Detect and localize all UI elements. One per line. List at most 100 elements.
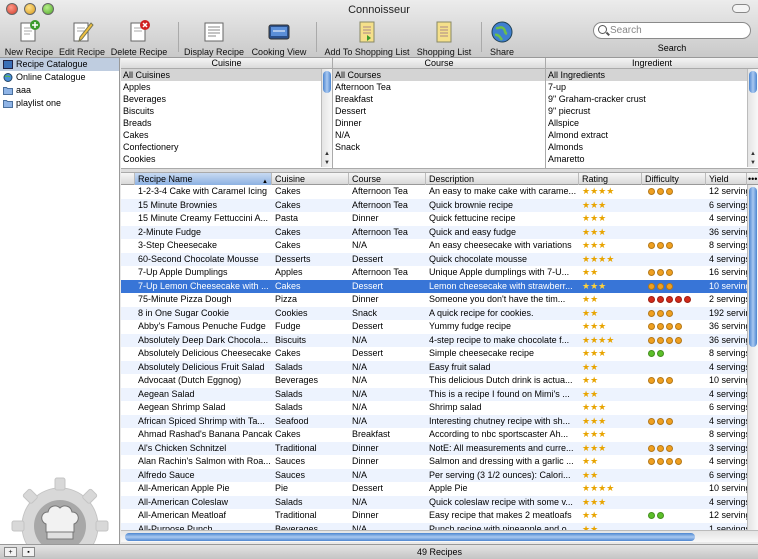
- course-item[interactable]: Afternoon Tea: [333, 81, 545, 93]
- table-row[interactable]: Alan Rachin's Salmon with Roa... Sauces Di…: [121, 455, 747, 469]
- column-header-recipe-name[interactable]: Recipe Name ▲: [135, 173, 272, 185]
- ingredient-column-header[interactable]: Ingredient: [546, 58, 758, 69]
- scroll-down-arrow-icon[interactable]: ▼: [750, 160, 756, 166]
- table-row[interactable]: Advocaat (Dutch Eggnog) Beverages N/A This …: [121, 374, 747, 388]
- course-item[interactable]: Snack: [333, 141, 545, 153]
- course-item[interactable]: Dessert: [333, 105, 545, 117]
- cell-rating[interactable]: ★★: [579, 266, 642, 280]
- share-button[interactable]: Share: [486, 20, 518, 57]
- cell-rating[interactable]: ★★★: [579, 442, 642, 456]
- table-row[interactable]: 8 in One Sugar Cookie Cookies Snack A quick…: [121, 306, 747, 320]
- table-row[interactable]: 3-Step Cheesecake Cakes N/A An easy cheesec…: [121, 239, 747, 253]
- ingredient-item[interactable]: Allspice: [546, 117, 758, 129]
- table-row[interactable]: 2-Minute Fudge Cakes Afternoon Tea Quick an…: [121, 225, 747, 240]
- table-row[interactable]: 60-Second Chocolate Mousse Desserts Desser…: [121, 252, 747, 267]
- table-row[interactable]: Al's Chicken Schnitzel Traditional Dinner N…: [121, 441, 747, 456]
- cuisine-item[interactable]: Confectionery: [121, 141, 332, 153]
- edit-recipe-button[interactable]: Edit Recipe: [58, 20, 106, 57]
- cuisine-item[interactable]: Apples: [121, 81, 332, 93]
- sidebar-item-recipe-catalogue[interactable]: Recipe Catalogue: [0, 58, 119, 71]
- ingredient-item[interactable]: 9" piecrust: [546, 105, 758, 117]
- table-row[interactable]: 1-2-3-4 Cake with Caramel Icing Cakes Afte…: [121, 185, 747, 199]
- cooking-view-button[interactable]: Cooking View: [250, 20, 308, 57]
- ingredient-item[interactable]: Almond extract: [546, 129, 758, 141]
- sidebar-item-online-catalogue[interactable]: Online Catalogue: [0, 71, 119, 84]
- cell-rating[interactable]: ★★★★: [579, 334, 642, 348]
- cuisine-item[interactable]: Breads: [121, 117, 332, 129]
- cuisine-column-header[interactable]: Cuisine: [121, 58, 332, 69]
- add-to-shopping-list-button[interactable]: Add To Shopping List: [322, 20, 412, 57]
- cell-rating[interactable]: ★★★★: [579, 253, 642, 267]
- ingredient-item[interactable]: Almonds: [546, 141, 758, 153]
- cell-rating[interactable]: ★★★★: [579, 482, 642, 496]
- column-header-cuisine[interactable]: Cuisine: [272, 173, 349, 185]
- new-recipe-button[interactable]: New Recipe: [4, 20, 54, 57]
- cell-rating[interactable]: ★★★: [579, 212, 642, 226]
- table-row[interactable]: 15 Minute Brownies Cakes Afternoon Tea Quic…: [121, 198, 747, 213]
- playlist-action-button[interactable]: ▪: [22, 547, 35, 557]
- cell-rating[interactable]: ★★★: [579, 280, 642, 294]
- scroll-up-arrow-icon[interactable]: ▲: [750, 151, 756, 157]
- cuisine-item[interactable]: Cookies: [121, 153, 332, 165]
- delete-recipe-button[interactable]: Delete Recipe: [110, 20, 168, 57]
- table-row[interactable]: Absolutely Delicious Fruit Salad Salads N/…: [121, 360, 747, 375]
- ingredient-scrollbar[interactable]: ▲ ▼: [747, 69, 758, 167]
- cell-rating[interactable]: ★★: [579, 388, 642, 402]
- cell-rating[interactable]: ★★★: [579, 239, 642, 253]
- table-row[interactable]: Ahmad Rashad's Banana Pancakes Cakes Break…: [121, 428, 747, 442]
- scroll-down-arrow-icon[interactable]: ▼: [324, 160, 330, 166]
- scroll-thumb[interactable]: [323, 71, 331, 93]
- cell-rating[interactable]: ★★★: [579, 496, 642, 510]
- cell-rating[interactable]: ★★★: [579, 226, 642, 240]
- course-item[interactable]: Dinner: [333, 117, 545, 129]
- cell-rating[interactable]: ★★: [579, 455, 642, 469]
- cuisine-scrollbar[interactable]: ▲ ▼: [321, 69, 332, 167]
- column-header-yield[interactable]: Yield: [706, 173, 747, 185]
- search-field[interactable]: Search: [593, 22, 751, 39]
- table-scrollbar[interactable]: [747, 185, 758, 530]
- display-recipe-button[interactable]: Display Recipe: [184, 20, 244, 57]
- cell-rating[interactable]: ★★★: [579, 347, 642, 361]
- cell-rating[interactable]: ★★★: [579, 428, 642, 442]
- table-row[interactable]: All-American Apple Pie Pie Dessert Apple Pi…: [121, 482, 747, 496]
- cell-rating[interactable]: ★★★: [579, 415, 642, 429]
- ingredient-item[interactable]: 7-up: [546, 81, 758, 93]
- cell-rating[interactable]: ★★: [579, 469, 642, 483]
- scroll-up-arrow-icon[interactable]: ▲: [324, 151, 330, 157]
- table-row[interactable]: Absolutely Delicious Cheesecake Cakes Dess…: [121, 347, 747, 361]
- cell-rating[interactable]: ★★: [579, 293, 642, 307]
- column-header-difficulty[interactable]: Difficulty: [642, 173, 706, 185]
- cell-rating[interactable]: ★★★★: [579, 185, 642, 199]
- toolbar-toggle-button[interactable]: [732, 4, 750, 13]
- column-options-icon[interactable]: •••: [747, 173, 758, 185]
- table-row[interactable]: All-American Coleslaw Salads N/A Quick cole…: [121, 495, 747, 510]
- ingredient-item[interactable]: 9" Graham-cracker crust: [546, 93, 758, 105]
- scroll-thumb[interactable]: [125, 533, 695, 541]
- table-row[interactable]: Aegean Salad Salads N/A This is a recipe I …: [121, 387, 747, 402]
- cell-rating[interactable]: ★★: [579, 523, 642, 531]
- sidebar-item-playlist-one[interactable]: playlist one: [0, 97, 119, 110]
- course-item[interactable]: All Courses: [333, 69, 545, 81]
- scroll-thumb[interactable]: [749, 187, 757, 347]
- course-column-header[interactable]: Course: [333, 58, 545, 69]
- cell-rating[interactable]: ★★★: [579, 320, 642, 334]
- ingredient-item[interactable]: All Ingredients: [546, 69, 758, 81]
- cell-rating[interactable]: ★★★: [579, 199, 642, 213]
- ingredient-item[interactable]: Amaretto: [546, 153, 758, 165]
- column-header-rating[interactable]: Rating: [579, 173, 642, 185]
- cell-rating[interactable]: ★★★: [579, 401, 642, 415]
- course-item[interactable]: N/A: [333, 129, 545, 141]
- sidebar-item-aaa[interactable]: aaa: [0, 84, 119, 97]
- cell-rating[interactable]: ★★: [579, 374, 642, 388]
- column-header-course[interactable]: Course: [349, 173, 426, 185]
- course-item[interactable]: Breakfast: [333, 93, 545, 105]
- cell-rating[interactable]: ★★: [579, 361, 642, 375]
- table-row[interactable]: 15 Minute Creamy Fettuccini A... Pasta Din…: [121, 212, 747, 226]
- table-row[interactable]: Abby's Famous Penuche Fudge Fudge Dessert Y…: [121, 320, 747, 334]
- cuisine-item[interactable]: All Cuisines: [121, 69, 332, 81]
- cuisine-item[interactable]: Beverages: [121, 93, 332, 105]
- table-row[interactable]: Absolutely Deep Dark Chocola... Biscuits N…: [121, 333, 747, 348]
- table-row[interactable]: 7-Up Apple Dumplings Apples Afternoon Tea U…: [121, 266, 747, 280]
- cell-rating[interactable]: ★★: [579, 509, 642, 523]
- add-playlist-button[interactable]: +: [4, 547, 17, 557]
